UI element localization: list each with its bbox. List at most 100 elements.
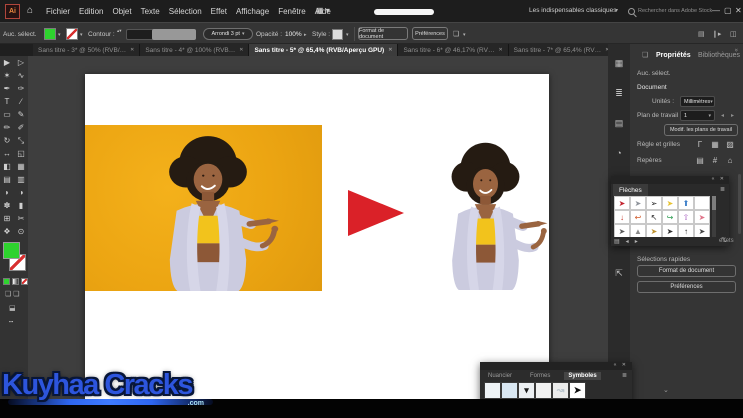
close-button[interactable]: ✕ [735, 5, 742, 17]
artboard-tool[interactable]: ⊞ [0, 212, 14, 225]
minimize-button[interactable]: — [712, 5, 720, 17]
screen-mode-icon[interactable]: ⬓ [9, 304, 16, 312]
quick-action-button[interactable]: Format de document [637, 265, 736, 277]
workspace-label[interactable]: Les indispensables classiques [529, 7, 616, 14]
paintbrush-tool[interactable]: ✎ [14, 108, 28, 121]
brush-definition-dropdown[interactable]: Arrondi 3 pt ▾ [203, 28, 253, 40]
preferences-button[interactable]: Préférences [412, 27, 448, 40]
width-tool[interactable]: ↔ [0, 147, 14, 160]
arrow-symbol-dark-4[interactable]: ↑ [678, 224, 694, 237]
collapse-panels-icon[interactable]: » [733, 48, 739, 51]
shape-builder-tool[interactable]: ◧ [0, 160, 14, 173]
chevron-right-icon[interactable]: ▸ [304, 32, 307, 38]
artboard[interactable] [85, 74, 549, 399]
fill-swatch[interactable] [44, 28, 56, 40]
pencil-tool[interactable]: ✏ [0, 121, 14, 134]
arrow-symbol-dark-2[interactable]: ▲ [630, 224, 646, 237]
type-tool[interactable]: T [0, 95, 14, 108]
rectangle-tool[interactable]: ▭ [0, 108, 14, 121]
next-artboard-icon[interactable]: ▸ [731, 112, 734, 119]
menu-item[interactable]: Edition [79, 7, 103, 16]
menu-item[interactable]: Texte [141, 7, 160, 16]
chevron-down-icon[interactable]: ▾ [463, 32, 466, 38]
woman-image-cutout[interactable] [420, 135, 549, 290]
tab-libraries[interactable]: Bibliothèques [698, 52, 740, 59]
direct-selection-tool[interactable]: ▷ [14, 56, 28, 69]
arrow-symbol-pink[interactable]: ➤ [694, 210, 710, 224]
previous-library-icon[interactable]: ◂ [626, 238, 629, 245]
mesh-tool[interactable]: ▤ [0, 173, 14, 186]
search-input[interactable]: Rechercher dans Adobe Stock [638, 8, 712, 14]
symbols-panel-tab[interactable]: Symboles [564, 372, 600, 380]
quick-action-button[interactable]: Préférences [637, 281, 736, 293]
placed-photo-before[interactable] [85, 125, 322, 291]
arrow-symbol-black-thin[interactable]: ↖ [646, 210, 662, 224]
arrow-symbol-dark-3[interactable]: ➤ [662, 224, 678, 237]
arrow-symbol-red[interactable]: ➤ [614, 196, 630, 210]
eyedropper-tool[interactable]: ◗ [0, 186, 14, 199]
edit-artboards-button[interactable]: Modif. les plans de travail [664, 124, 738, 136]
close-tab-icon[interactable]: ✕ [239, 47, 243, 53]
none-button[interactable] [21, 278, 28, 285]
arrow-symbol-blue-up[interactable]: ⬆ [678, 196, 694, 210]
arrow-symbol-black-curved[interactable]: ➢ [646, 196, 662, 210]
arrow-symbol-violet-up[interactable]: ⇧ [678, 210, 694, 224]
symbol-swatch-1[interactable] [484, 382, 501, 399]
scale-tool[interactable]: ⤡ [14, 134, 28, 147]
home-icon[interactable]: ⌂ [27, 4, 33, 18]
panel-title-bar[interactable]: « ✕ [611, 176, 729, 184]
menu-item[interactable]: Fenêtre [278, 7, 306, 16]
chevron-down-icon[interactable]: ▾ [346, 32, 349, 38]
symbol-swatch-5[interactable]: ↝ [552, 382, 569, 399]
magic-wand-tool[interactable]: ✶ [0, 69, 14, 82]
slice-tool[interactable]: ✂ [14, 212, 28, 225]
close-tab-icon[interactable]: ✕ [388, 47, 392, 53]
panel-window-buttons[interactable]: « ✕ [614, 362, 628, 368]
stroke-panel-icon[interactable]: ◔ [616, 148, 621, 159]
grid-scrollbar[interactable] [712, 196, 716, 237]
previous-artboard-icon[interactable]: ◂ [721, 112, 724, 119]
app-icon[interactable]: Ai [5, 4, 20, 19]
panel-menu-icon[interactable]: ≣ [720, 186, 725, 193]
stroke-weight-stepper[interactable]: ▴▾ [117, 28, 122, 34]
symbols-panel-tab[interactable]: Nuancier [484, 372, 516, 380]
shaper-tool[interactable]: ✐ [14, 121, 28, 134]
symbol-swatch-4[interactable] [535, 382, 552, 399]
arrow-symbol-red-down[interactable]: ↓ [614, 210, 630, 224]
free-transform-tool[interactable]: ◱ [14, 147, 28, 160]
color-panel-icon[interactable]: ▦ [615, 58, 624, 69]
workspace-switcher-icon[interactable]: ▦ ▾ [316, 6, 330, 15]
next-library-icon[interactable]: ▸ [635, 238, 638, 245]
document-tab[interactable]: Sans titre - 7* @ 65,4% (RV… ✕ [509, 44, 616, 56]
arrange-documents-icon[interactable]: ◫ [730, 30, 737, 38]
edit-toolbar-icon[interactable]: ┅ [9, 318, 13, 326]
gradient-tool[interactable]: ▥ [14, 173, 28, 186]
arrow-symbol-dark-5[interactable]: ➤ [694, 224, 710, 237]
expand-panel-icon[interactable]: ❙▸ [712, 30, 721, 38]
arrow-symbol-blank[interactable] [694, 196, 710, 210]
panel-scrollbar[interactable] [738, 174, 741, 234]
panel-title-bar[interactable]: « ✕ [480, 362, 632, 370]
artboard-dropdown[interactable]: 1 ▾ [680, 110, 715, 121]
opacity-value[interactable]: 100% [285, 31, 302, 38]
arrow-symbol-gold[interactable]: ➤ [646, 224, 662, 237]
panel-group-icon[interactable]: ❏ [642, 51, 648, 59]
symbol-swatch-black-arrow[interactable]: ➤ [569, 382, 586, 399]
panel-window-buttons[interactable]: « ✕ [712, 176, 726, 182]
guides-icon[interactable]: ▤ [694, 155, 706, 166]
document-tab[interactable]: Sans titre - 5* @ 65,4% (RVB/Aperçu GPU)… [249, 44, 398, 56]
close-tab-icon[interactable]: ✕ [498, 47, 502, 53]
chevron-down-icon[interactable]: ▾ [80, 32, 83, 38]
menu-item[interactable]: Sélection [169, 7, 202, 16]
blend-tool[interactable]: ◑ [14, 186, 28, 199]
swatches-panel-icon[interactable]: ▤ [615, 118, 624, 129]
document-arrange-icon[interactable]: ▤ [698, 30, 705, 38]
export-panel-icon[interactable]: ⇱ [615, 268, 623, 279]
width-profile-dropdown[interactable] [152, 29, 196, 40]
menu-item[interactable]: Fichier [46, 7, 70, 16]
panel-options-icon[interactable]: ❏ [453, 30, 459, 38]
menu-item[interactable]: Affichage [236, 7, 269, 16]
gradient-button[interactable] [12, 278, 19, 285]
document-tab[interactable]: Sans titre - 3* @ 50% (RVB/… ✕ [33, 44, 140, 56]
snap-grid-icon[interactable]: # [709, 155, 721, 166]
